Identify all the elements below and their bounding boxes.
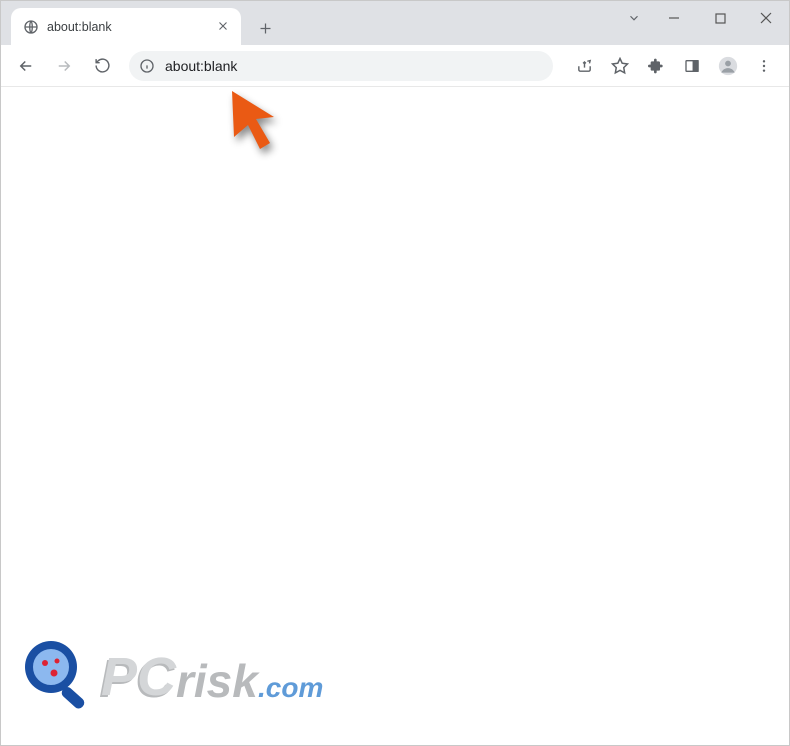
window-controls bbox=[651, 1, 789, 35]
bookmark-button[interactable] bbox=[603, 49, 637, 83]
new-tab-button[interactable] bbox=[251, 14, 279, 42]
maximize-button[interactable] bbox=[697, 1, 743, 35]
globe-icon bbox=[23, 19, 39, 35]
tab-title: about:blank bbox=[47, 20, 209, 34]
title-bar: about:blank bbox=[1, 1, 789, 45]
close-window-button[interactable] bbox=[743, 1, 789, 35]
share-button[interactable] bbox=[567, 49, 601, 83]
site-info-icon[interactable] bbox=[139, 58, 155, 74]
svg-text:PC: PC bbox=[101, 647, 177, 707]
close-tab-button[interactable] bbox=[217, 20, 231, 34]
sidepanel-button[interactable] bbox=[675, 49, 709, 83]
extensions-button[interactable] bbox=[639, 49, 673, 83]
minimize-button[interactable] bbox=[651, 1, 697, 35]
toolbar: about:blank bbox=[1, 45, 789, 87]
forward-button[interactable] bbox=[47, 49, 81, 83]
watermark-tld: .com bbox=[258, 672, 323, 703]
watermark-risk: risk bbox=[176, 655, 260, 707]
address-bar[interactable]: about:blank bbox=[129, 51, 553, 81]
address-url: about:blank bbox=[165, 58, 543, 74]
menu-button[interactable] bbox=[747, 49, 781, 83]
toolbar-right-icons bbox=[567, 49, 781, 83]
reload-button[interactable] bbox=[85, 49, 119, 83]
browser-tab[interactable]: about:blank bbox=[11, 8, 241, 45]
back-button[interactable] bbox=[9, 49, 43, 83]
cursor-arrow-icon bbox=[226, 87, 282, 151]
tab-search-button[interactable] bbox=[617, 1, 651, 35]
watermark-logo: PC risk .com PC bbox=[21, 635, 331, 725]
profile-button[interactable] bbox=[711, 49, 745, 83]
